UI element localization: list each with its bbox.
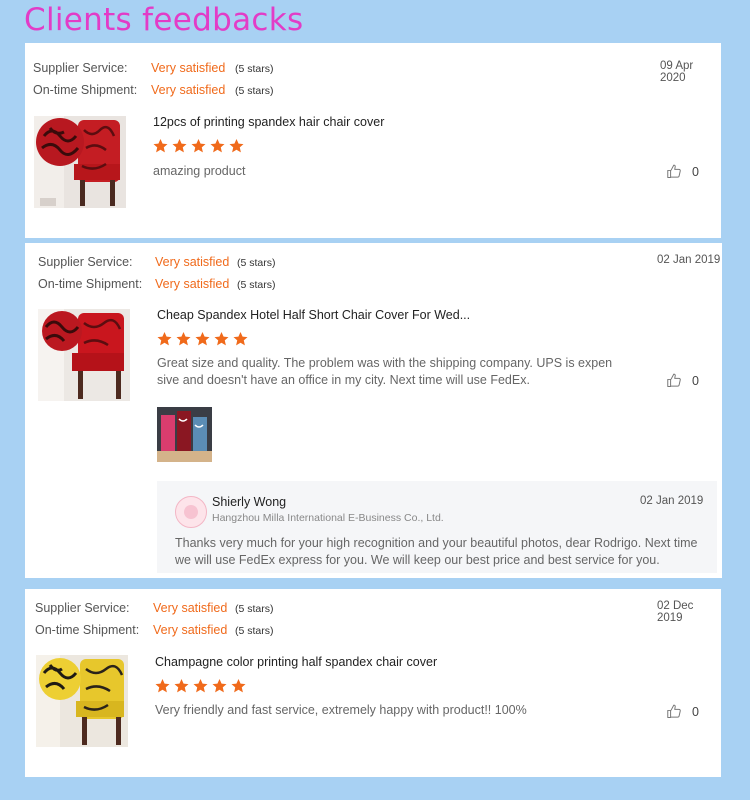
like-button[interactable]: 0 (666, 372, 699, 389)
supplier-service-value: Very satisfied (151, 61, 226, 75)
on-time-shipment-label: On-time Shipment: (38, 277, 143, 291)
star-icon (211, 678, 228, 694)
star-icon (156, 331, 173, 347)
reply-text-line: Thanks very much for your high recogniti… (175, 536, 698, 550)
like-button[interactable]: 0 (666, 703, 699, 720)
supplier-service-stars: (5 stars) (235, 63, 274, 75)
review-card: Supplier Service: Very satisfied (5 star… (25, 243, 722, 578)
supplier-service-label: Supplier Service: (38, 255, 133, 269)
like-count: 0 (692, 164, 699, 179)
star-icon (173, 678, 190, 694)
star-icon (194, 331, 211, 347)
thumbs-up-icon (666, 163, 683, 180)
product-photo[interactable] (36, 655, 128, 747)
on-time-shipment-label: On-time Shipment: (35, 623, 140, 637)
star-icon (175, 331, 192, 347)
on-time-shipment-label: On-time Shipment: (33, 83, 138, 97)
star-icon (190, 138, 207, 154)
on-time-shipment-stars: (5 stars) (235, 625, 274, 637)
on-time-shipment-value: Very satisfied (153, 623, 228, 637)
star-rating (152, 138, 245, 154)
supplier-service-stars: (5 stars) (237, 257, 276, 269)
page-title: Clients feedbacks (24, 2, 304, 38)
product-title[interactable]: Champagne color printing half spandex ch… (155, 655, 437, 669)
on-time-shipment-value: Very satisfied (155, 277, 230, 291)
supplier-service-stars: (5 stars) (235, 603, 274, 615)
review-date: 02 Dec 2019 (657, 600, 694, 624)
thumbs-up-icon (666, 703, 683, 720)
star-icon (192, 678, 209, 694)
review-text-line: sive and doesn't have an office in my ci… (157, 373, 530, 387)
product-title[interactable]: Cheap Spandex Hotel Half Short Chair Cov… (157, 308, 470, 322)
supplier-service-value: Very satisfied (155, 255, 230, 269)
supplier-service-label: Supplier Service: (33, 61, 128, 75)
seller-reply: Shierly Wong Hangzhou Milla Internationa… (157, 481, 717, 573)
star-rating (154, 678, 247, 694)
reply-company-name: Hangzhou Milla International E-Business … (212, 512, 444, 524)
thumbs-up-icon (666, 372, 683, 389)
review-photo-thumbnail[interactable] (157, 407, 212, 462)
star-icon (152, 138, 169, 154)
star-icon (228, 138, 245, 154)
product-photo[interactable] (34, 116, 126, 208)
star-icon (232, 331, 249, 347)
review-text-line: Great size and quality. The problem was … (157, 356, 613, 370)
on-time-shipment-stars: (5 stars) (235, 85, 274, 97)
on-time-shipment-value: Very satisfied (151, 83, 226, 97)
like-count: 0 (692, 373, 699, 388)
star-rating (156, 331, 249, 347)
supplier-service-value: Very satisfied (153, 601, 228, 615)
reply-author-name: Shierly Wong (212, 495, 287, 509)
review-card: Supplier Service: Very satisfied (5 star… (25, 589, 721, 777)
reply-date: 02 Jan 2019 (640, 495, 704, 507)
like-count: 0 (692, 704, 699, 719)
review-date: 02 Jan 2019 (657, 254, 721, 266)
supplier-service-label: Supplier Service: (35, 601, 130, 615)
star-icon (213, 331, 230, 347)
product-title[interactable]: 12pcs of printing spandex hair chair cov… (153, 115, 384, 129)
star-icon (209, 138, 226, 154)
like-button[interactable]: 0 (666, 163, 699, 180)
product-photo[interactable] (38, 309, 130, 401)
review-text: Very friendly and fast service, extremel… (155, 703, 527, 717)
review-text: amazing product (153, 164, 246, 178)
avatar (175, 496, 207, 528)
review-card: Supplier Service: Very satisfied (5 star… (25, 43, 721, 238)
review-date: 09 Apr 2020 (660, 60, 694, 84)
star-icon (154, 678, 171, 694)
on-time-shipment-stars: (5 stars) (237, 279, 276, 291)
star-icon (230, 678, 247, 694)
star-icon (171, 138, 188, 154)
reply-text-line: we will use FedEx express for you. We wi… (175, 553, 660, 567)
